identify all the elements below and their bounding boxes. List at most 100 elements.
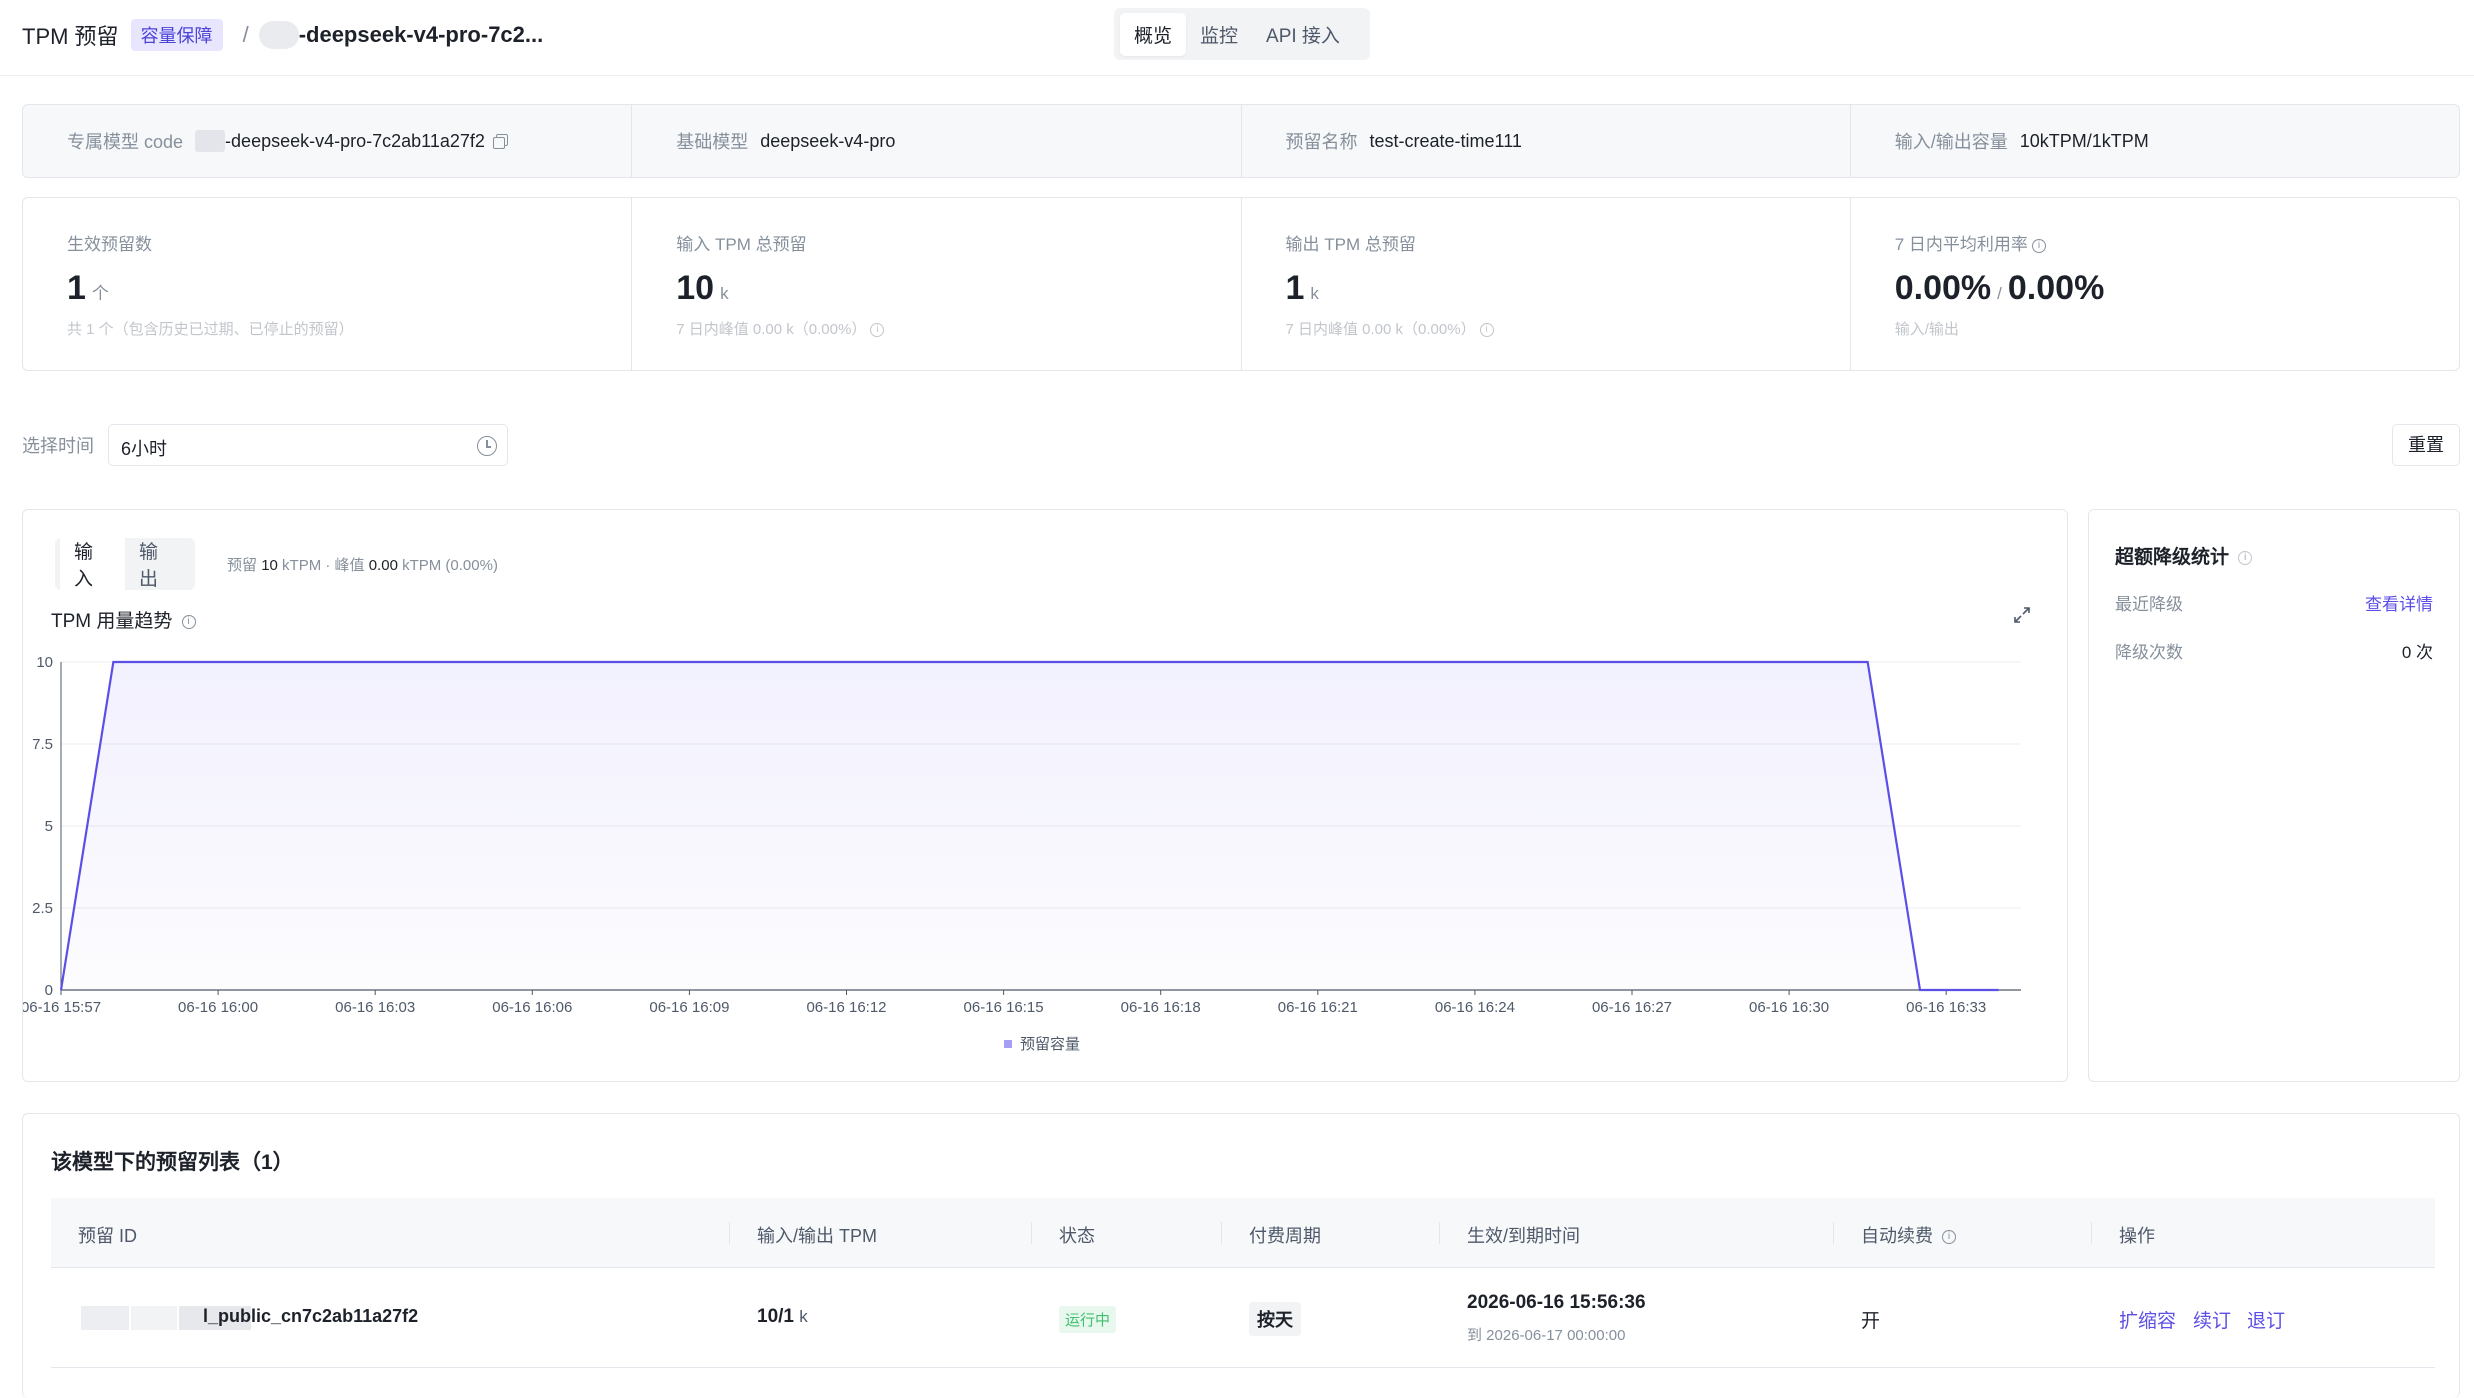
capacity-value: 10kTPM/1kTPM (2019, 130, 2149, 151)
stat-sub: 输入/输出 (1894, 321, 1959, 338)
x-tick-label: 06-16 16:06 (492, 999, 572, 1016)
table-row: l_public_cn7c2ab11a27f2 10/1 k 运行中 按天 20… (51, 1268, 2435, 1368)
downgrade-card: 超额降级统计 i 最近降级 查看详情 降级次数 0 次 (2088, 509, 2460, 1082)
capacity-cell: 输入/输出容量 10kTPM/1kTPM (1851, 105, 2459, 177)
renew-action[interactable]: 续订 (2193, 1306, 2231, 1333)
col-divider (1221, 1222, 1222, 1244)
status-badge: 运行中 (1059, 1306, 1117, 1333)
x-tick-label: 06-16 16:24 (1435, 999, 1515, 1016)
info-icon[interactable]: i (2238, 550, 2253, 565)
stat-unit: k (1310, 284, 1319, 303)
x-tick-label: 06-16 16:15 (964, 999, 1044, 1016)
stat-effective: 生效预留数 1个 共 1 个（包含历史已过期、已停止的预留） (23, 198, 633, 370)
downgrade-title-text: 超额降级统计 (2115, 547, 2230, 568)
tpm-value: 10/1 (757, 1306, 794, 1327)
start-time: 2026-06-16 15:56:36 (1467, 1292, 1646, 1313)
base-model-label: 基础模型 (676, 132, 749, 152)
x-tick-label: 06-16 16:12 (806, 999, 886, 1016)
legend-label: 预留容量 (1020, 1036, 1080, 1053)
y-tick-label: 0 (45, 982, 53, 999)
stat-input-tpm: 输入 TPM 总预留 10 k 7 日内峰值 0.00 k（0.00%） i (632, 198, 1242, 370)
x-tick-label: 06-16 16:00 (178, 999, 258, 1016)
model-code-cell: 专属模型 code -deepseek-v4-pro-7c2ab11a27f2 (23, 105, 633, 177)
col-billing: 付费周期 (1249, 1226, 1321, 1246)
stat-unit: 个 (91, 284, 109, 303)
view-tabs: 概览 监控 API 接入 (1114, 8, 1370, 60)
stat-utilization: 7 日内平均利用率 i 0.00% / 0.00% 输入/输出 (1851, 198, 2459, 370)
stat-slash: / (1997, 284, 2002, 303)
model-name: -deepseek-v4-pro-7c2... (298, 22, 544, 47)
stat-output-tpm: 输出 TPM 总预留 1k 7 日内峰值 0.00 k（0.00%） i (1242, 198, 1851, 370)
downgrade-count-value: 0 次 (2401, 643, 2433, 662)
legend[interactable]: 预留容量 (1004, 1036, 1080, 1053)
series-area (61, 662, 1999, 990)
info-icon[interactable]: i (1479, 323, 1494, 338)
stat-value-input: 0.00% (1894, 269, 1992, 307)
recent-downgrade-label: 最近降级 (2115, 595, 2183, 614)
stat-sub: 共 1 个（包含历史已过期、已停止的预留） (67, 321, 354, 338)
chart-card: 输入 输出 预留 10 kTPM · 峰值 0.00 kTPM (0.00%) … (22, 509, 2068, 1082)
reserve-name-label: 预留名称 (1285, 132, 1358, 152)
col-divider (1439, 1222, 1440, 1244)
stat-unit: k (720, 284, 729, 303)
page-title[interactable]: TPM 预留 (22, 19, 119, 51)
tpm-cell: 10/1 k (757, 1306, 808, 1328)
unsubscribe-action[interactable]: 退订 (2247, 1306, 2285, 1333)
model-code-label: 专属模型 code (67, 132, 184, 152)
breadcrumb: TPM 预留 容量保障 / -deepseek-v4-pro-7c2... (22, 18, 543, 52)
stat-sub: 7 日内峰值 0.00 k（0.00%） (676, 321, 867, 338)
x-tick-label: 06-16 16:30 (1749, 999, 1829, 1016)
downgrade-count-row: 降级次数 0 次 (2115, 638, 2433, 663)
col-status: 状态 (1059, 1226, 1095, 1246)
col-tpm: 输入/输出 TPM (757, 1226, 877, 1246)
x-tick-label: 06-16 16:21 (1278, 999, 1358, 1016)
x-tick-label: 06-16 16:18 (1121, 999, 1201, 1016)
end-time: 到 2026-06-17 00:00:00 (1467, 1327, 1626, 1344)
stat-value: 1 (67, 269, 86, 307)
tab-monitor[interactable]: 监控 (1186, 13, 1252, 56)
y-tick-label: 7.5 (32, 736, 53, 753)
time-select-value: 6小时 (121, 439, 168, 459)
tpm-unit: k (799, 1307, 808, 1326)
time-select[interactable]: 6小时 (108, 424, 508, 466)
capacity-label: 输入/输出容量 (1894, 132, 2008, 152)
reset-button[interactable]: 重置 (2392, 424, 2460, 466)
redacted-id-part (131, 1306, 177, 1330)
breadcrumb-separator: / (242, 22, 249, 47)
stat-label: 输出 TPM 总预留 (1285, 235, 1416, 254)
model-info-card: 专属模型 code -deepseek-v4-pro-7c2ab11a27f2 … (22, 104, 2460, 178)
legend-swatch (1004, 1040, 1012, 1048)
col-divider (1031, 1222, 1032, 1244)
tab-overview[interactable]: 概览 (1120, 12, 1187, 56)
stat-sub: 7 日内峰值 0.00 k（0.00%） (1285, 321, 1476, 338)
redacted-id-part (81, 1306, 129, 1330)
x-axis: 06-16 15:57 06-16 16:00 06-16 16:03 06-16 1… (23, 990, 1986, 1016)
table-title: 该模型下的预留列表（1） (51, 1151, 294, 1174)
downgrade-title: 超额降级统计 i (2115, 542, 2253, 569)
info-icon[interactable]: i (870, 323, 885, 338)
auto-renew-value: 开 (1861, 1311, 1881, 1332)
view-details-link[interactable]: 查看详情 (2365, 590, 2433, 615)
x-tick-label: 06-16 15:57 (23, 999, 101, 1016)
stat-label: 生效预留数 (67, 235, 152, 254)
time-select-label: 选择时间 (22, 436, 94, 456)
copy-icon[interactable] (492, 134, 508, 149)
tab-api[interactable]: API 接入 (1252, 13, 1354, 56)
base-model-cell: 基础模型 deepseek-v4-pro (632, 105, 1242, 177)
reserve-id: l_public_cn7c2ab11a27f2 (203, 1306, 419, 1326)
downgrade-count-label: 降级次数 (2115, 643, 2183, 662)
stat-label: 输入 TPM 总预留 (676, 235, 807, 254)
info-icon[interactable]: i (1942, 1230, 1957, 1245)
scale-action[interactable]: 扩缩容 (2119, 1306, 2176, 1333)
clock-icon (477, 436, 497, 456)
x-tick-label: 06-16 16:33 (1906, 999, 1986, 1016)
stats-card: 生效预留数 1个 共 1 个（包含历史已过期、已停止的预留） 输入 TPM 总预… (22, 197, 2460, 371)
billing-badge: 按天 (1249, 1302, 1301, 1336)
tpm-chart: 02.557.510 06-16 15:57 06-16 16:00 06-16 1… (23, 654, 2021, 1053)
info-icon[interactable]: i (2031, 238, 2046, 253)
stat-label: 7 日内平均利用率 (1894, 235, 2028, 254)
col-reserve-id: 预留 ID (78, 1226, 138, 1246)
stat-value-output: 0.00% (2007, 269, 2105, 307)
y-axis: 0 2.5 5 7.5 10 (32, 654, 53, 999)
redacted-prefix (258, 21, 299, 49)
